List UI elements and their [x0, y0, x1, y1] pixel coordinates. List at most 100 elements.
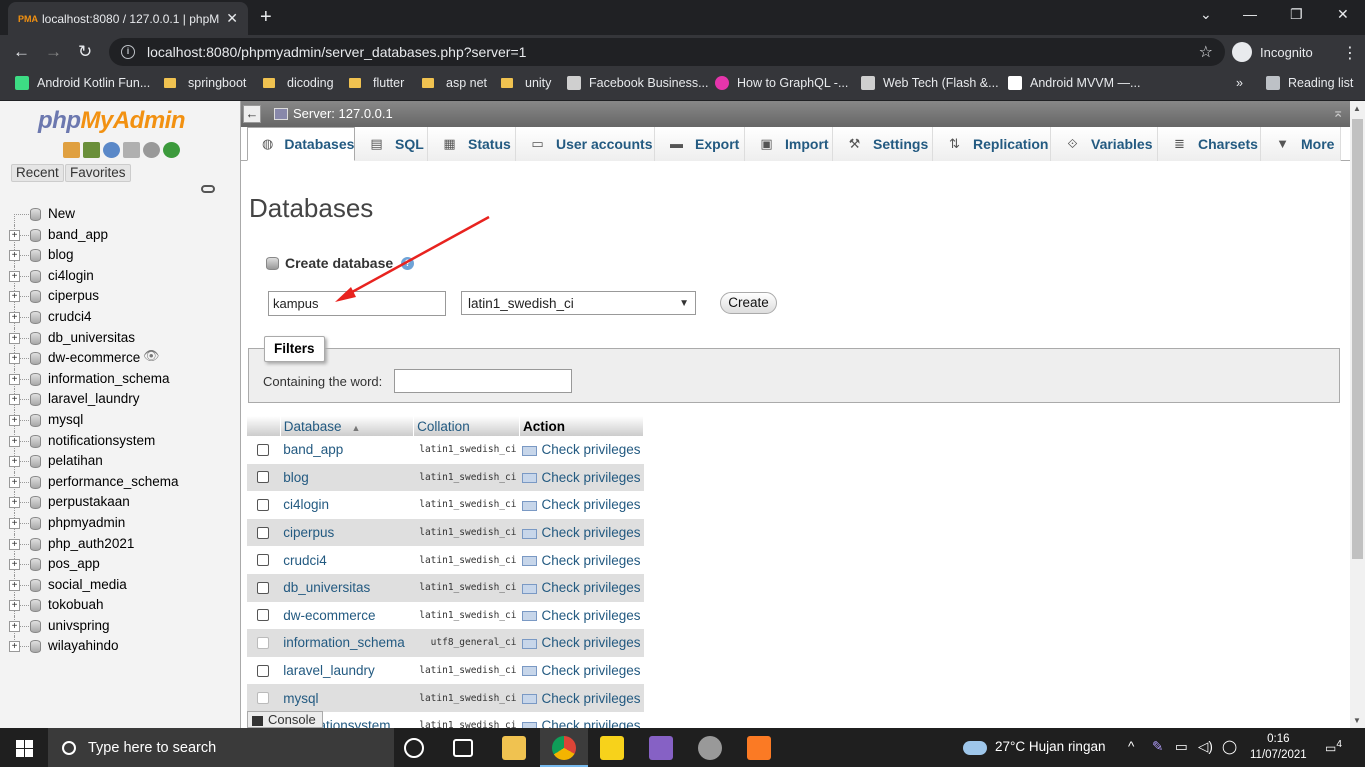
tree-item-univspring[interactable]: + univspring [0, 615, 240, 637]
expand-icon[interactable]: + [9, 497, 20, 509]
bookmark-facebook-business[interactable]: Facebook Business... [567, 76, 709, 90]
windows-start-icon[interactable] [16, 740, 33, 757]
tree-item-label[interactable]: crudci4 [48, 309, 92, 324]
tree-item-db-universitas[interactable]: + db_universitas [0, 327, 240, 349]
weather-cloud-icon[interactable] [963, 741, 987, 755]
reload-icon[interactable]: ↻ [78, 42, 92, 62]
phpmyadmin-logo[interactable]: phpMyAdmin [38, 107, 185, 135]
scroll-up-icon[interactable]: ▲ [1353, 104, 1361, 113]
battery-icon[interactable]: ▭ [1175, 739, 1188, 755]
expand-icon[interactable]: + [9, 559, 20, 571]
expand-icon[interactable]: + [9, 456, 20, 468]
row-checkbox[interactable] [257, 471, 269, 484]
tree-item-label[interactable]: db_universitas [48, 330, 135, 345]
tree-item-label[interactable]: univspring [48, 618, 110, 633]
expand-icon[interactable]: + [9, 600, 20, 612]
expand-icon[interactable]: + [9, 476, 20, 488]
row-checkbox[interactable] [257, 581, 269, 594]
browser-menu-icon[interactable]: ⋮ [1342, 43, 1358, 63]
collation-column-header[interactable]: Collation [413, 416, 520, 436]
url-text[interactable]: localhost:8080/phpmyadmin/server_databas… [147, 44, 526, 60]
tree-item-label[interactable]: laravel_laundry [48, 391, 140, 406]
row-checkbox[interactable] [257, 554, 269, 567]
scroll-down-icon[interactable]: ▼ [1353, 716, 1361, 725]
tree-item-ci4login[interactable]: + ci4login [0, 265, 240, 287]
tree-item-label[interactable]: mysql [48, 412, 83, 427]
collapse-navigation-button[interactable]: ← [243, 105, 261, 123]
check-privileges-link[interactable]: Check privileges [519, 711, 644, 728]
tree-item-label[interactable]: ci4login [48, 268, 94, 283]
eye-icon[interactable]: 👁 [143, 348, 160, 364]
bookmark-android-kotlin[interactable]: Android Kotlin Fun... [15, 76, 150, 90]
home-icon[interactable] [63, 142, 80, 158]
volume-icon[interactable]: ◁) [1198, 739, 1213, 755]
forward-arrow-icon[interactable]: → [45, 42, 62, 62]
file-explorer-icon[interactable] [502, 736, 526, 760]
expand-icon[interactable]: + [9, 270, 20, 282]
database-name-link[interactable]: crudci4 [280, 546, 414, 574]
database-name-link[interactable]: dw-ecommerce [280, 601, 414, 630]
check-privileges-link[interactable]: Check privileges [519, 656, 644, 685]
scrollbar-thumb[interactable] [1352, 119, 1363, 559]
tree-item-phpmyadmin[interactable]: + phpmyadmin [0, 512, 240, 534]
tree-item-php-auth2021[interactable]: + php_auth2021 [0, 533, 240, 555]
tree-item-label[interactable]: New [48, 206, 75, 221]
incognito-indicator[interactable]: Incognito [1232, 40, 1313, 64]
database-name-link[interactable]: ci4login [280, 491, 414, 519]
check-privileges-link[interactable]: Check privileges [519, 684, 644, 712]
row-checkbox[interactable] [257, 498, 269, 511]
row-checkbox[interactable] [257, 526, 269, 539]
check-privileges-link[interactable]: Check privileges [519, 463, 644, 492]
check-privileges-link[interactable]: Check privileges [519, 629, 644, 657]
site-info-icon[interactable]: i [121, 45, 135, 59]
database-name-link[interactable]: mysql [280, 684, 414, 712]
tree-item-performance-schema[interactable]: + performance_schema [0, 471, 240, 493]
expand-icon[interactable]: + [9, 620, 20, 632]
database-name-link[interactable]: ciperpus [280, 518, 414, 547]
tree-item-label[interactable]: ciperpus [48, 288, 99, 303]
database-name-link[interactable]: information_schema [280, 629, 414, 657]
row-checkbox[interactable] [257, 664, 269, 677]
tab-close-icon[interactable]: ✕ [226, 10, 238, 27]
visual-studio-icon[interactable] [649, 736, 673, 760]
bookmarks-overflow-button[interactable]: » [1236, 76, 1243, 90]
page-scrollbar[interactable]: ▲ ▼ [1350, 101, 1365, 728]
server-breadcrumb[interactable]: Server: 127.0.0.1 [274, 106, 393, 121]
tree-item-label[interactable]: dw-ecommerce [48, 350, 140, 365]
taskbar-search-box[interactable]: Type here to search [48, 728, 394, 767]
tree-item-notificationsystem[interactable]: + notificationsystem [0, 430, 240, 452]
database-column-header[interactable]: Database ▲ [280, 416, 415, 436]
close-window-button[interactable]: ✕ [1337, 6, 1349, 23]
tree-item-wilayahindo[interactable]: + wilayahindo [0, 636, 240, 657]
bookmark-folder-asp-net[interactable]: asp net [422, 76, 487, 90]
check-privileges-link[interactable]: Check privileges [519, 546, 644, 574]
tree-item-label[interactable]: notificationsystem [48, 433, 155, 448]
tree-item-label[interactable]: pelatihan [48, 453, 103, 468]
tab-databases[interactable]: ◍ Databases [247, 127, 355, 161]
docs-icon[interactable] [123, 142, 140, 158]
database-name-link[interactable]: db_universitas [280, 573, 414, 602]
expand-icon[interactable]: + [9, 579, 20, 591]
favorite-tables-button[interactable]: Favorites [65, 164, 131, 182]
xampp-icon[interactable] [747, 736, 771, 760]
back-arrow-icon[interactable]: ← [13, 42, 30, 62]
tab-variables[interactable]: ⟐ Variables [1051, 127, 1158, 161]
bookmark-graphql[interactable]: How to GraphQL -... [715, 76, 848, 90]
check-privileges-link[interactable]: Check privileges [519, 601, 644, 630]
address-bar[interactable]: i localhost:8080/phpmyadmin/server_datab… [109, 38, 1225, 66]
tree-item-label[interactable]: performance_schema [48, 474, 179, 489]
bookmark-folder-dicoding[interactable]: dicoding [263, 76, 334, 90]
tree-item-laravel-laundry[interactable]: + laravel_laundry [0, 389, 240, 410]
tree-item-pelatihan[interactable]: + pelatihan [0, 451, 240, 472]
expand-icon[interactable]: + [9, 291, 20, 303]
weather-text[interactable]: 27°C Hujan ringan [995, 739, 1105, 754]
expand-icon[interactable]: + [9, 373, 20, 385]
tab-status[interactable]: ▦ Status [428, 127, 516, 161]
console-toggle[interactable]: Console [247, 711, 323, 728]
recent-tables-button[interactable]: Recent [11, 164, 64, 182]
tree-item-crudci4[interactable]: + crudci4 [0, 306, 240, 328]
collapse-top-icon[interactable]: ⌅ [1332, 104, 1344, 121]
taskbar-clock[interactable]: 0:16 11/07/2021 [1250, 731, 1307, 763]
bookmark-folder-flutter[interactable]: flutter [349, 76, 404, 90]
tree-item-social-media[interactable]: + social_media [0, 574, 240, 596]
